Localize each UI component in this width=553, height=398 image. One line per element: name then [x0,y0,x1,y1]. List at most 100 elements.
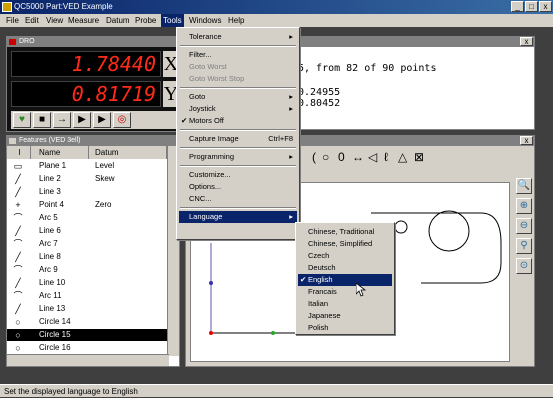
checkmark-icon: ✔ [300,275,307,284]
blob-tool-icon[interactable]: ℓ [384,149,388,165]
tools-menu-item-options[interactable]: Options... [179,181,297,193]
zoom-fit-icon[interactable]: ⊙ [516,258,532,274]
tools-menu-item-language[interactable]: Language ▸ [179,211,297,223]
language-menu-item-czech[interactable]: Czech [298,250,392,262]
tools-menu-item-tolerance[interactable]: Tolerance ▸ [179,31,297,43]
language-menu-item-polish[interactable]: Polish [298,322,392,334]
menu-probe[interactable]: Probe [133,14,158,27]
feature-row-line-10[interactable]: ╱ Line 10 [7,277,167,289]
feature-name: Arc 7 [39,239,58,248]
zoom-window-icon[interactable]: ⚲ [516,238,532,254]
features-icon [9,138,16,144]
app-title-bar: QC5000 Part:VED Example [0,0,553,14]
language-menu-item-deutsch[interactable]: Deutsch [298,262,392,274]
grid-tool-icon[interactable]: ⊠ [414,149,424,165]
language-menu-item-chinese-traditional[interactable]: Chinese, Traditional [298,226,392,238]
feature-row-line-3[interactable]: ╱ Line 3 [7,186,167,198]
results-close-button[interactable]: x [520,37,533,46]
features-horizontal-scrollbar[interactable] [7,354,169,366]
origin-point [209,331,213,335]
tools-menu-item-capture-image[interactable]: Capture Image Ctrl+F8 [179,133,297,145]
close-button[interactable]: x [539,1,552,12]
target-icon[interactable]: ◎ [113,112,131,128]
language-menu-item-chinese-simplified[interactable]: Chinese, Simplified [298,238,392,250]
column-header-index[interactable]: I [7,146,31,159]
dro-x-readout: 1.78440 [11,51,161,77]
zoom-icon[interactable]: 🔍 [516,178,532,194]
menu-datum[interactable]: Datum [104,14,132,27]
menu-help[interactable]: Help [226,14,246,27]
feature-row-arc-5[interactable]: ⌒ Arc 5 [7,212,167,224]
feature-name: Circle 14 [39,317,71,326]
language-menu-item-japanese[interactable]: Japanese [298,310,392,322]
menu-tools[interactable]: Tools [161,14,184,27]
checkmark-icon: ✔ [181,116,188,125]
tools-menu-item-joystick[interactable]: Joystick ▸ [179,103,297,115]
feature-type-icon: ○ [15,343,21,353]
submenu-arrow-icon: ▸ [289,104,293,113]
language-menu-item-label: Italian [308,299,329,308]
feature-row-line-13[interactable]: ╱ Line 13 [7,303,167,315]
tools-menu-item-goto[interactable]: Goto ▸ [179,91,297,103]
tools-menu-separator [180,207,296,209]
feature-row-line-8[interactable]: ╱ Line 8 [7,251,167,263]
feature-row-arc-11[interactable]: ⌒ Arc 11 [7,290,167,302]
triangle-tool-icon[interactable]: △ [398,149,407,165]
distance-tool-icon[interactable]: ↔ [352,149,364,165]
feature-row-arc-7[interactable]: ⌒ Arc 7 [7,238,167,250]
angle-tool-icon[interactable]: ◁ [368,149,377,165]
menu-file[interactable]: File [4,14,21,27]
tools-menu-shortcut: Ctrl+F8 [268,134,293,143]
tools-menu-item-label: Joystick [189,104,216,113]
graphics-close-button[interactable]: x [520,136,533,145]
feature-row-circle-14[interactable]: ○ Circle 14 [7,316,167,328]
arc-tool-icon[interactable]: ( [312,149,316,165]
minimize-button[interactable]: _ [511,1,524,12]
feature-type-icon: + [15,200,21,210]
tools-menu-item-filter[interactable]: Filter... [179,49,297,61]
play-icon[interactable]: ▶ [73,112,91,128]
maximize-button[interactable]: □ [525,1,538,12]
feature-row-line-2[interactable]: ╱ Line 2 Skew [7,173,167,185]
feature-row-line-6[interactable]: ╱ Line 6 [7,225,167,237]
tools-menu-item-cnc[interactable]: CNC... [179,193,297,205]
features-title: Features (VED 3ell) [19,137,81,144]
slot-tool-icon[interactable]: 0 [338,149,345,165]
column-header-name[interactable]: Name [31,146,89,159]
tools-menu-item-programming[interactable]: Programming ▸ [179,151,297,163]
feature-row-arc-9[interactable]: ⌒ Arc 9 [7,264,167,276]
arrow-right-icon[interactable]: → [53,112,71,128]
feature-name: Line 3 [39,187,61,196]
feature-name: Line 2 [39,174,61,183]
part-hole-large [428,210,470,252]
feature-row-circle-16[interactable]: ○ Circle 16 [7,342,167,354]
column-header-datum[interactable]: Datum [89,146,167,159]
language-menu-item-francais[interactable]: Francais [298,286,392,298]
edge-point [209,281,213,285]
feature-row-circle-15[interactable]: ○ Circle 15 [7,329,167,341]
language-menu-item-english[interactable]: English ✔ [298,274,392,286]
play-next-icon[interactable]: ▶ [93,112,111,128]
dro-title-bar: DRO [7,37,179,47]
tools-menu-item-label: Motors Off [189,116,224,125]
menu-measure[interactable]: Measure [66,14,101,27]
circle-tool-icon[interactable]: ○ [322,149,329,165]
zoom-out-icon[interactable]: ⊖ [516,218,532,234]
language-menu-item-italian[interactable]: Italian [298,298,392,310]
heart-icon[interactable]: ♥ [13,112,31,128]
menu-view[interactable]: View [44,14,65,27]
feature-row-plane-1[interactable]: ▭ Plane 1 Level [7,160,167,172]
tools-menu-item-motors-off[interactable]: Motors Off ✔ [179,115,297,127]
menu-edit[interactable]: Edit [23,14,41,27]
tools-menu-item-customize[interactable]: Customize... [179,169,297,181]
menu-windows[interactable]: Windows [187,14,223,27]
stop-icon[interactable]: ■ [33,112,51,128]
feature-row-point-4[interactable]: + Point 4 Zero [7,199,167,211]
tools-menu-separator [180,87,296,89]
zoom-in-icon[interactable]: ⊕ [516,198,532,214]
results-line-1: 5, from 82 of 90 points [298,63,437,74]
tools-menu-item-label: Options... [189,182,222,191]
tools-menu: Tolerance ▸ Filter... Goto Worst Goto Worst … [176,27,300,240]
feature-name: Circle 16 [39,343,71,352]
language-submenu: Chinese, Traditional Chinese, Simplified C… [295,222,395,335]
